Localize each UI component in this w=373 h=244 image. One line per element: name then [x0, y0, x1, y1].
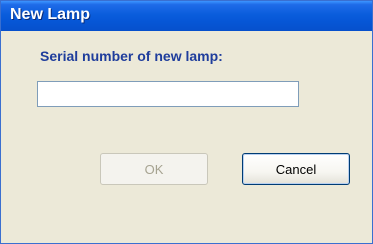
title-bar[interactable]: New Lamp — [1, 1, 372, 31]
serial-number-input[interactable] — [37, 81, 299, 107]
ok-button[interactable]: OK — [100, 153, 208, 185]
cancel-button[interactable]: Cancel — [242, 153, 350, 185]
serial-number-label: Serial number of new lamp: — [40, 48, 223, 64]
new-lamp-dialog: New Lamp Serial number of new lamp: OK C… — [0, 0, 373, 244]
dialog-title: New Lamp — [10, 6, 91, 23]
